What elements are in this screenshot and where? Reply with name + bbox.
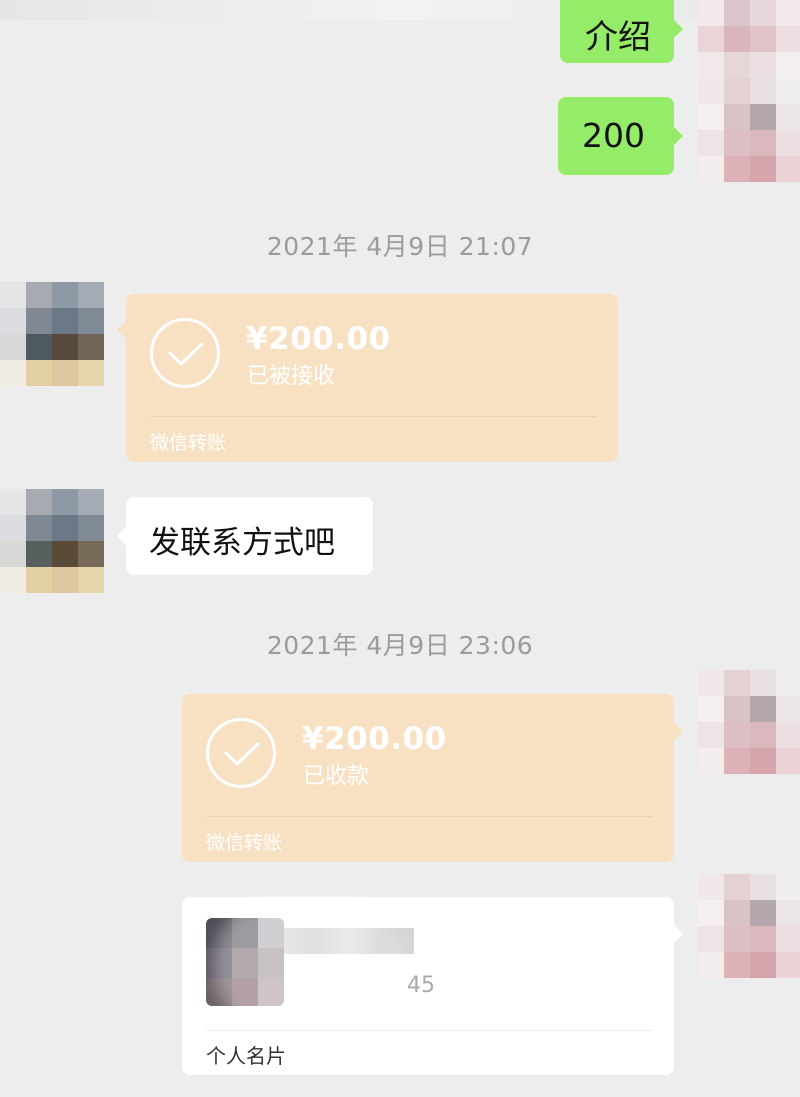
card-divider xyxy=(150,416,596,417)
received-message-text: 发联系方式吧 xyxy=(149,525,335,561)
card-divider xyxy=(206,816,652,817)
self-avatar[interactable] xyxy=(698,670,800,774)
check-circle-icon xyxy=(206,718,276,788)
transfer-amount: ¥200.00 xyxy=(302,721,447,757)
bubble-tail xyxy=(674,925,683,943)
contact-avatar[interactable] xyxy=(0,489,104,593)
top-blur xyxy=(0,0,800,20)
contact-card-number: 45 xyxy=(407,973,435,998)
transfer-card-footer: 微信转账 xyxy=(150,432,227,454)
bubble-tail xyxy=(674,20,683,38)
sent-message-text: 介绍 xyxy=(585,17,651,56)
contact-card-blur-overlay xyxy=(214,900,404,1030)
transfer-amount: ¥200.00 xyxy=(246,321,391,357)
chat-timestamp: 2021年 4月9日 21:07 xyxy=(266,232,534,261)
transfer-status: 已被接收 xyxy=(247,364,336,389)
bubble-tail xyxy=(117,321,126,339)
bubble-tail xyxy=(674,722,683,740)
bubble-tail xyxy=(117,527,126,545)
chat-timestamp: 2021年 4月9日 23:06 xyxy=(266,631,534,660)
bubble-tail xyxy=(674,127,683,145)
transfer-card-footer: 微信转账 xyxy=(206,832,283,854)
contact-card-footer: 个人名片 xyxy=(206,1044,286,1068)
contact-card-divider xyxy=(206,1030,652,1031)
check-circle-icon xyxy=(150,318,220,388)
self-avatar[interactable] xyxy=(698,78,800,182)
self-avatar[interactable] xyxy=(698,0,800,78)
sent-message-text: 200 xyxy=(582,116,645,155)
contact-avatar[interactable] xyxy=(0,282,104,386)
self-avatar[interactable] xyxy=(698,874,800,978)
transfer-status: 已收款 xyxy=(303,764,370,789)
